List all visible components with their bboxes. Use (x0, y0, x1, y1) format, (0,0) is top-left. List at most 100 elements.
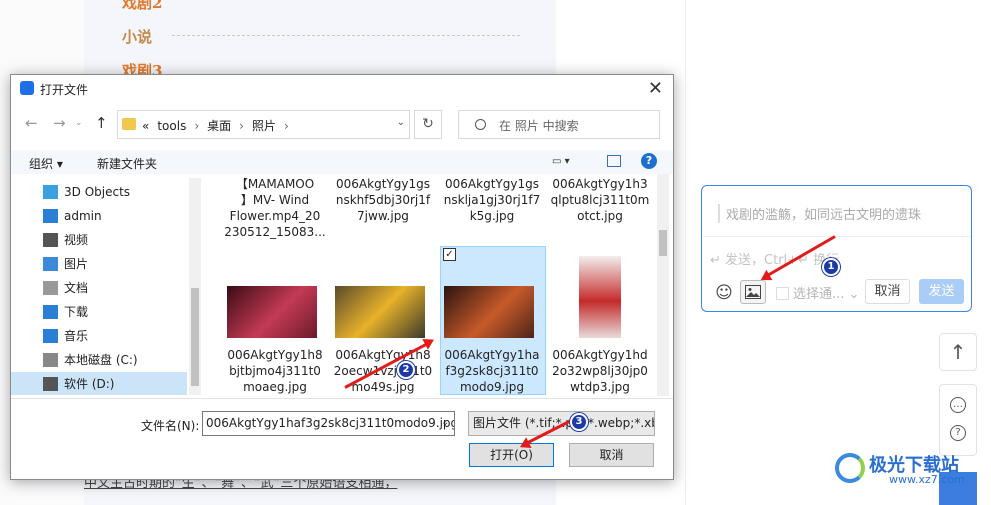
annotation-badge: 3 (570, 413, 588, 431)
open-button[interactable]: 打开(O) (469, 443, 554, 467)
sidebar-item-label: 本地磁盘 (C:) (64, 353, 138, 367)
music-icon (43, 329, 58, 343)
breadcrumb-overflow[interactable]: « (142, 119, 149, 133)
forward-icon[interactable]: → (53, 114, 66, 132)
sidebar-item-label: 下载 (64, 305, 89, 319)
chevron-down-icon[interactable]: ⌄ (397, 117, 405, 128)
comment-icon[interactable]: … (950, 397, 966, 413)
search-placeholder: 在 照片 中搜索 (499, 119, 579, 133)
checkbox[interactable] (776, 287, 789, 300)
up-icon[interactable]: ↑ (95, 114, 108, 132)
breadcrumb-separator: › (283, 119, 289, 133)
filename-label: 文件名(N): (141, 419, 200, 433)
watermark-url: www.xz7.com (889, 473, 965, 486)
close-icon[interactable]: ✕ (648, 78, 663, 99)
address-bar[interactable]: « tools › 桌面 › 照片 › ⌄ (117, 110, 410, 139)
download-icon (43, 305, 58, 319)
refresh-icon[interactable]: ↻ (414, 110, 442, 139)
file-list: ✓ 【MAMAMOO 】MV- Wind Flower.mp4_20 23051… (203, 174, 669, 396)
comment-box[interactable]: 戏剧的滥觞，如同远古文明的遗珠 ↵ 发送，Ctrl+↵ 换行 ☺ 选择通... … (701, 185, 972, 312)
file-item[interactable]: 006AkgtYgy1h3 qlptu8lcj311t0m otct.jpg (548, 176, 652, 224)
scrollbar-thumb[interactable] (659, 230, 667, 256)
outline-item[interactable]: 小说 (122, 26, 152, 47)
file-thumbnail[interactable] (335, 286, 425, 338)
sidebar-item-music[interactable]: 音乐 (11, 324, 187, 348)
cube-icon (43, 185, 58, 199)
annotation-badge: 1 (822, 258, 840, 276)
film-icon (43, 233, 58, 247)
new-folder-button[interactable]: 新建文件夹 (97, 155, 157, 172)
breadcrumb-separator: › (194, 119, 200, 133)
file-item[interactable]: 006AkgtYgy1hd 2o32wp8lj30jp0 wtdp3.jpg (548, 347, 652, 395)
sidebar-item-label: admin (64, 209, 102, 223)
sidebar-item-label: 图片 (64, 257, 89, 271)
sidebar-item-label: 文档 (64, 281, 89, 295)
toolbar: 组织 ▾ 新建文件夹 ▭ ▾ ? (11, 150, 673, 174)
dialog-titlebar: 打开文件 ✕ (11, 75, 673, 102)
sidebar-item-pictures[interactable]: 图片 (11, 252, 187, 276)
document-icon (43, 281, 58, 295)
sidebar-item-drive-c[interactable]: 本地磁盘 (C:) (11, 348, 187, 372)
help-icon[interactable]: ? (641, 153, 657, 169)
search-input[interactable]: 在 照片 中搜索 (458, 110, 660, 139)
sidebar-scrollbar[interactable] (189, 178, 201, 395)
navigation-pane: 3D Objects admin 视频 图片 文档 下载 音乐 本地磁盘 (C:… (11, 178, 187, 395)
sidebar-item-downloads[interactable]: 下载 (11, 300, 187, 324)
send-button[interactable]: 发送 (919, 279, 964, 304)
watermark: 极光下载站 www.xz7.com (829, 447, 979, 487)
file-thumbnail[interactable] (227, 286, 317, 338)
annotation-badge: 2 (397, 361, 415, 379)
comment-input[interactable]: ↵ 发送，Ctrl+↵ 换行 (710, 249, 839, 268)
file-thumbnail[interactable] (444, 286, 534, 338)
recent-chevron-icon[interactable]: ⌄ (75, 118, 83, 128)
divider (702, 236, 971, 237)
breadcrumb-item[interactable]: 照片 (252, 119, 276, 133)
cancel-button[interactable]: 取消 (569, 443, 654, 467)
folder-icon (122, 118, 136, 130)
app-icon (20, 81, 34, 95)
sidebar-item-documents[interactable]: 文档 (11, 276, 187, 300)
sidebar-item-videos[interactable]: 视频 (11, 228, 187, 252)
watermark-logo-icon (835, 453, 865, 483)
navigation-bar: ← → ⌄ ↑ « tools › 桌面 › 照片 › ⌄ ↻ 在 照片 中搜索 (11, 108, 673, 142)
view-options-icon[interactable]: ▭ ▾ (552, 156, 582, 168)
file-item[interactable]: 【MAMAMOO 】MV- Wind Flower.mp4_20 230512_… (223, 176, 327, 240)
picture-icon (43, 257, 58, 271)
divider (11, 398, 673, 399)
preview-pane-icon[interactable] (607, 155, 621, 167)
filename-input[interactable]: 006AkgtYgy1haf3g2sk8cj311t0modo9.jpg (202, 411, 455, 436)
file-item-selected[interactable]: 006AkgtYgy1ha f3g2sk8cj311t0 modo9.jpg (440, 347, 544, 395)
help-icon[interactable]: ? (950, 425, 966, 441)
organize-button[interactable]: 组织 ▾ (29, 155, 63, 172)
file-list-scrollbar[interactable] (657, 174, 669, 396)
side-toolbar: … ? (939, 384, 977, 456)
sidebar-item-label: 3D Objects (64, 185, 131, 199)
breadcrumb-item[interactable]: 桌面 (207, 119, 231, 133)
comment-quote: 戏剧的滥觞，如同远古文明的遗珠 (718, 204, 921, 223)
sidebar-item-label: 视频 (64, 233, 89, 247)
dialog-title: 打开文件 (40, 83, 89, 97)
sidebar-item-drive-d[interactable]: 软件 (D:) (11, 372, 187, 395)
cancel-button[interactable]: 取消 (865, 279, 910, 304)
sidebar-item-3d-objects[interactable]: 3D Objects (11, 180, 187, 204)
file-item[interactable]: 006AkgtYgy1h8 bjtbjmo4j311t0 moaeg.jpg (223, 347, 327, 395)
file-item[interactable]: 006AkgtYgy1gs nsklja1gj30rj1f7 k5g.jpg (440, 176, 544, 224)
breadcrumb-item[interactable]: tools (157, 119, 186, 133)
sidebar-item-admin[interactable]: admin (11, 204, 187, 228)
select-dropdown[interactable]: 选择通... ⌄ (776, 283, 859, 302)
outline-item[interactable]: 戏剧2 (122, 0, 162, 13)
chevron-down-icon: ⌄ (848, 287, 860, 302)
breadcrumb-separator: › (239, 119, 244, 133)
drive-icon (43, 353, 58, 367)
scroll-top-button[interactable]: ↑ (939, 333, 977, 371)
checkbox[interactable]: ✓ (443, 248, 456, 261)
back-icon[interactable]: ← (25, 114, 38, 132)
arrow-up-icon: ↑ (949, 340, 967, 364)
sidebar-item-label: 软件 (D:) (64, 377, 115, 391)
file-thumbnail[interactable] (579, 256, 621, 338)
scrollbar-thumb[interactable] (191, 288, 199, 386)
emoji-icon[interactable]: ☺ (714, 283, 734, 303)
file-item[interactable]: 006AkgtYgy1gs nskhf5dbj30rj1f 7jww.jpg (331, 176, 435, 224)
search-icon (475, 119, 486, 130)
chevron-down-icon[interactable]: ⌄ (441, 417, 449, 428)
